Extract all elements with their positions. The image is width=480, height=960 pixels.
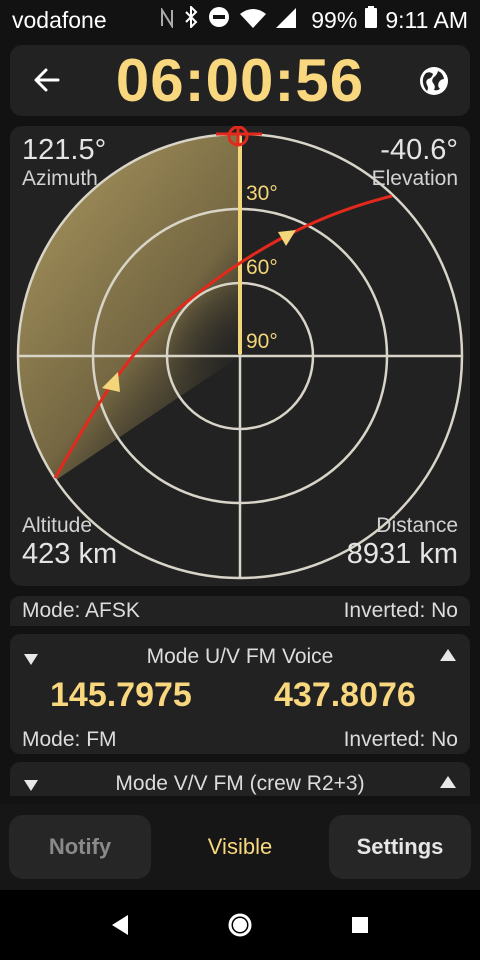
- azimuth-block: 121.5° Azimuth: [22, 134, 106, 191]
- mode-text: Mode: AFSK: [22, 599, 140, 622]
- globe-icon: [420, 67, 448, 95]
- circle-home-icon: [228, 913, 252, 937]
- wifi-icon: [240, 0, 266, 40]
- azimuth-label: Azimuth: [22, 167, 98, 190]
- distance-block: Distance 8931 km: [347, 514, 458, 571]
- elevation-value: -40.6°: [380, 134, 458, 166]
- bluetooth-icon: [184, 0, 198, 40]
- cell-signal-icon: [276, 0, 296, 40]
- sky-plot-card: 30° 60° 90° 121.5° Azimuth -40.6° Elevat…: [10, 126, 470, 586]
- nav-recents-button[interactable]: [342, 907, 378, 943]
- countdown-timer: 06:00:56: [115, 47, 365, 114]
- distance-label: Distance: [376, 514, 458, 537]
- uplink-frequency: 145.7975: [50, 676, 192, 714]
- downlink-frequency: 437.8076: [274, 676, 416, 714]
- transmitter-title: Mode U/V FM Voice: [146, 645, 334, 668]
- elevation-block: -40.6° Elevation: [372, 134, 458, 191]
- transmitter-title: Mode V/V FM (crew R2+3): [115, 772, 365, 795]
- triangle-back-icon: [112, 915, 128, 935]
- nav-home-button[interactable]: [222, 907, 258, 943]
- carrier-name: vodafone: [12, 7, 107, 33]
- ring-label-30: 30°: [246, 182, 278, 205]
- transmitter-card-uv[interactable]: Mode U/V FM Voice 145.7975 437.8076 Mode…: [10, 634, 470, 754]
- clock: 9:11 AM: [385, 7, 468, 33]
- inverted-text: Inverted: No: [343, 599, 458, 622]
- battery-percent: 99%: [311, 7, 358, 33]
- arrow-left-icon: [34, 68, 60, 92]
- chevron-up-icon[interactable]: [440, 649, 456, 661]
- nfc-icon: [160, 0, 174, 40]
- ring-label-90: 90°: [246, 330, 278, 353]
- status-bar: vodafone 99% 9:11 AM: [0, 0, 480, 40]
- tab-settings[interactable]: Settings: [329, 815, 471, 879]
- square-recents-icon: [352, 917, 368, 933]
- chevron-up-icon[interactable]: [440, 776, 456, 788]
- battery-icon: [365, 0, 378, 40]
- elevation-label: Elevation: [371, 167, 458, 190]
- system-nav-bar: [0, 890, 480, 960]
- tab-notify[interactable]: Notify: [9, 815, 151, 879]
- ring-label-60: 60°: [246, 256, 278, 279]
- tab-visible[interactable]: Visible: [169, 815, 311, 879]
- transmitter-card-vv[interactable]: Mode V/V FM (crew R2+3): [10, 762, 470, 796]
- back-button[interactable]: [28, 61, 66, 99]
- do-not-disturb-icon: [208, 0, 230, 40]
- status-icons: [160, 0, 296, 40]
- mode-text: Mode: FM: [22, 728, 117, 751]
- globe-button[interactable]: [416, 63, 452, 99]
- bottom-tab-bar: Notify Visible Settings: [0, 804, 480, 890]
- azimuth-value: 121.5°: [22, 134, 107, 166]
- altitude-label: Altitude: [22, 514, 93, 537]
- nav-back-button[interactable]: [102, 907, 138, 943]
- altitude-value: 423 km: [22, 538, 118, 570]
- altitude-block: Altitude 423 km: [22, 514, 117, 571]
- countdown-header: 06:00:56: [10, 45, 470, 116]
- transmitter-card-afsk: Mode: AFSK Inverted: No: [10, 596, 470, 626]
- inverted-text: Inverted: No: [343, 728, 458, 751]
- distance-value: 8931 km: [346, 538, 458, 570]
